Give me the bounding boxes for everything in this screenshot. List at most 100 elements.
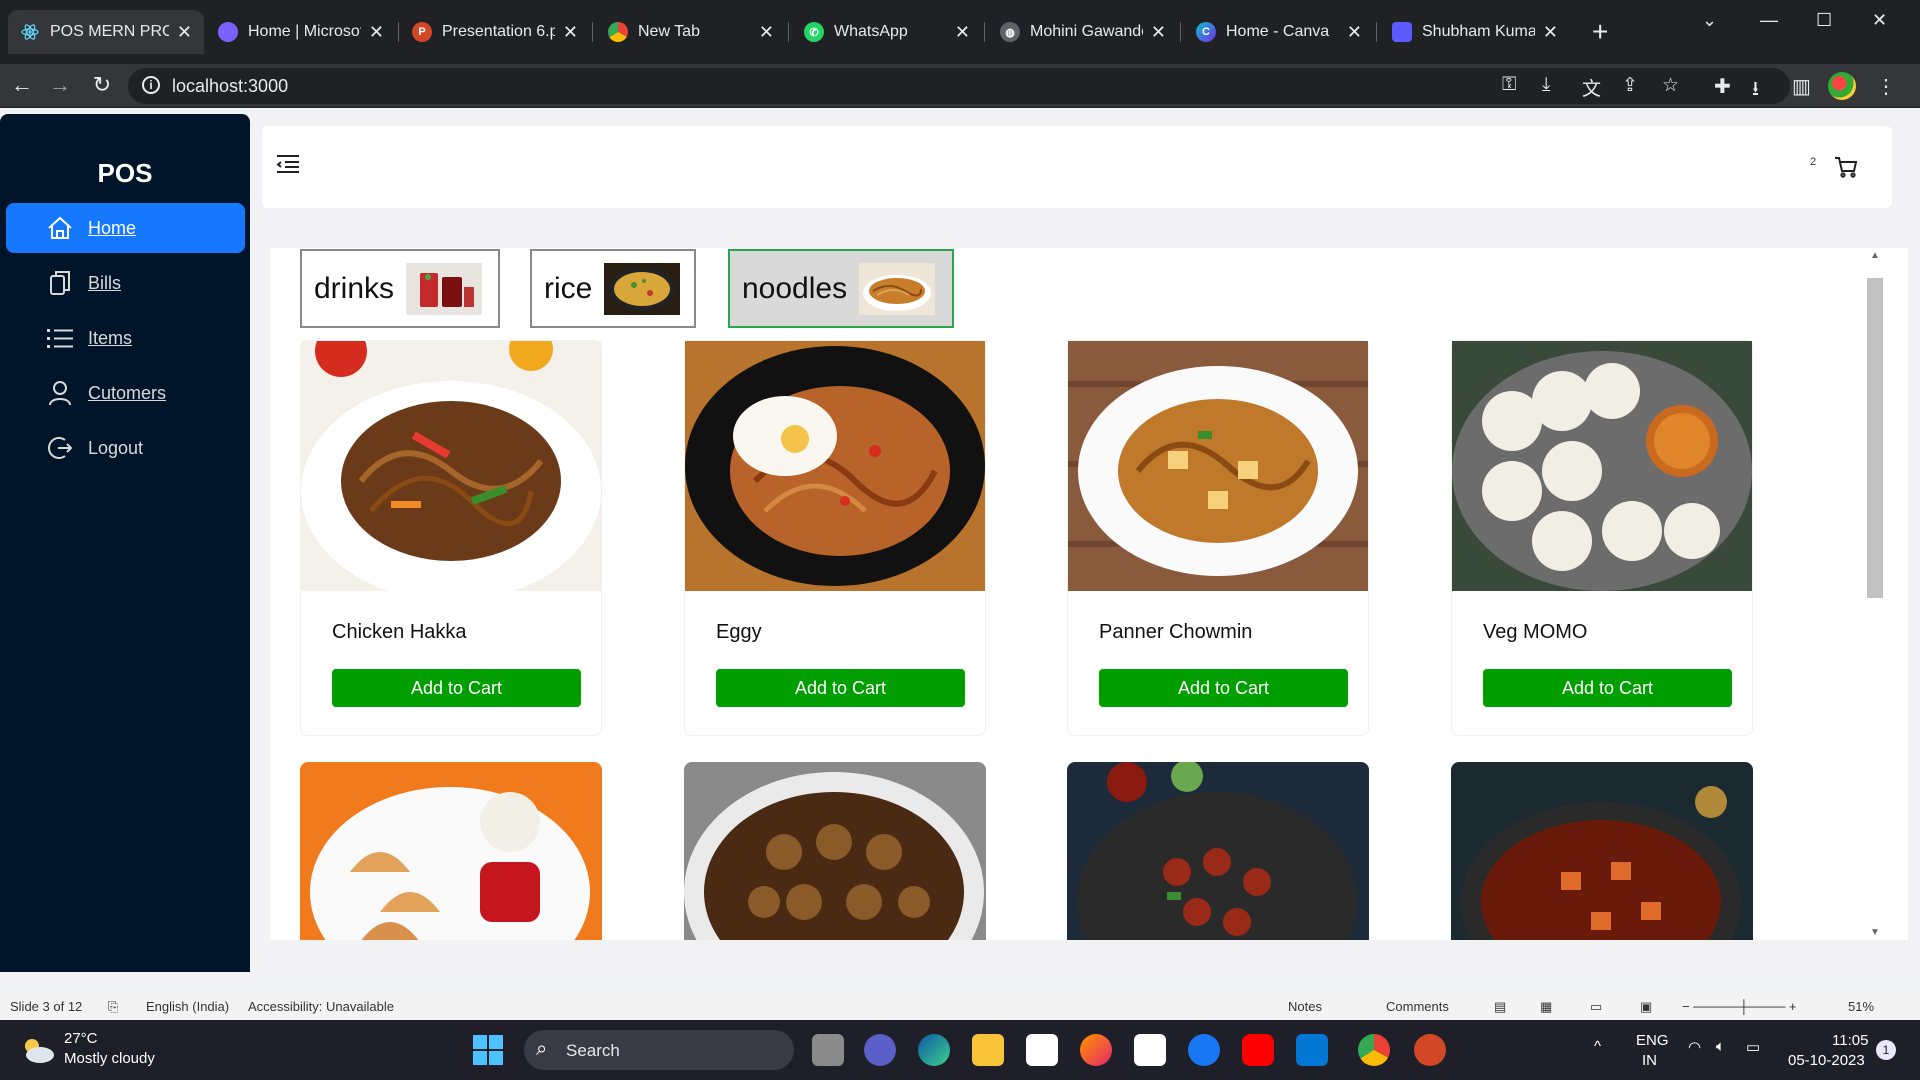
normal-view-icon[interactable]: ▤	[1494, 999, 1506, 1015]
close-window-icon[interactable]: ✕	[1872, 10, 1887, 31]
input-language-1[interactable]: ENG	[1636, 1032, 1669, 1049]
category-label: noodles	[742, 271, 848, 305]
slide-sorter-icon[interactable]: ▦	[1540, 999, 1552, 1015]
browser-tab-shubham[interactable]: Shubham Kumar ✕	[1380, 12, 1570, 52]
zoom-level[interactable]: 51%	[1848, 999, 1874, 1014]
weather-icon[interactable]	[20, 1036, 56, 1069]
key-icon[interactable]: ⚿	[1502, 74, 1516, 96]
sidebar-item-logout[interactable]: Logout	[6, 423, 245, 473]
back-icon[interactable]: ←	[8, 72, 36, 98]
menu-fold-icon[interactable]	[276, 154, 300, 179]
sidebar-item-bills[interactable]: Bills	[6, 258, 245, 308]
accessibility-status[interactable]: Accessibility: Unavailable	[248, 999, 394, 1014]
category-label: drinks	[314, 271, 395, 305]
minimize-icon[interactable]: —	[1760, 10, 1778, 31]
firefox-icon[interactable]	[1080, 1034, 1112, 1066]
close-tab-icon[interactable]: ✕	[563, 22, 578, 43]
forward-icon[interactable]: →	[46, 72, 74, 98]
close-tab-icon[interactable]: ✕	[759, 22, 774, 43]
sidebar: POS Home Bills Items Cutomers Logout	[0, 114, 250, 972]
add-to-cart-button[interactable]: Add to Cart	[716, 669, 965, 707]
close-tab-icon[interactable]: ✕	[177, 22, 192, 43]
category-noodles[interactable]: noodles	[728, 249, 954, 328]
language-label[interactable]: English (India)	[146, 999, 229, 1014]
amazon-icon[interactable]	[1134, 1034, 1166, 1066]
browser-tab-mohini[interactable]: ◍ Mohini Gawande ✕	[988, 12, 1178, 52]
side-panel-icon[interactable]: ▥	[1792, 74, 1811, 99]
extensions-icon[interactable]: ✚	[1714, 74, 1731, 99]
chrome-taskbar-icon[interactable]	[1358, 1034, 1390, 1066]
clock-date[interactable]: 05-10-2023	[1788, 1052, 1865, 1069]
close-tab-icon[interactable]: ✕	[955, 22, 970, 43]
downloads-icon[interactable]: ⭳	[1752, 74, 1759, 108]
spell-check-icon[interactable]: ⎘	[108, 999, 118, 1015]
microsoft-store-icon[interactable]	[1026, 1034, 1058, 1066]
sidebar-item-items[interactable]: Items	[6, 313, 245, 363]
browser-tab-pos[interactable]: POS MERN PROJ ✕	[8, 10, 204, 54]
taskbar-search[interactable]: ⌕ Search	[524, 1030, 794, 1070]
home-icon	[46, 214, 74, 242]
content-scrollbar[interactable]: ▲ ▼	[1866, 248, 1884, 940]
tab-title: Shubham Kumar	[1422, 23, 1535, 40]
translate-icon[interactable]: 文	[1582, 74, 1601, 101]
wifi-icon[interactable]: ◠	[1688, 1038, 1701, 1056]
youtube-icon[interactable]	[1242, 1034, 1274, 1066]
tab-search-icon[interactable]: ⌄	[1702, 10, 1717, 31]
browser-tab-microsoft[interactable]: Home | Microsof ✕	[206, 12, 396, 52]
sidebar-item-label: Home	[88, 217, 137, 238]
facebook-icon[interactable]	[1188, 1034, 1220, 1066]
reading-view-icon[interactable]: ▭	[1590, 999, 1602, 1015]
install-icon[interactable]: ⤓	[1542, 74, 1550, 96]
browser-tab-presentation[interactable]: P Presentation 6.p ✕	[400, 12, 590, 52]
scroll-thumb[interactable]	[1867, 278, 1883, 598]
category-rice[interactable]: rice	[530, 249, 696, 328]
vscode-icon[interactable]	[1296, 1034, 1328, 1066]
close-tab-icon[interactable]: ✕	[1151, 22, 1166, 43]
share-icon[interactable]: ⇪	[1622, 74, 1638, 97]
weather-temperature: 27°C	[64, 1030, 98, 1047]
slideshow-icon[interactable]: ▣	[1640, 999, 1652, 1015]
add-to-cart-button[interactable]: Add to Cart	[1099, 669, 1348, 707]
input-language-2[interactable]: IN	[1642, 1052, 1657, 1069]
browser-tab-canva[interactable]: C Home - Canva ✕	[1184, 12, 1374, 52]
browser-tab-newtab[interactable]: New Tab ✕	[596, 12, 786, 52]
volume-icon[interactable]: 🔈︎	[1716, 1038, 1725, 1055]
close-tab-icon[interactable]: ✕	[1543, 22, 1558, 43]
show-hidden-icons[interactable]: ^	[1594, 1038, 1601, 1055]
teams-chat-icon[interactable]	[864, 1034, 896, 1066]
category-drinks[interactable]: drinks	[300, 249, 500, 328]
close-tab-icon[interactable]: ✕	[369, 22, 384, 43]
tab-title: New Tab	[638, 23, 700, 40]
address-bar[interactable]: i localhost:3000 ⚿ ⤓ 文 ⇪ ☆	[128, 68, 1790, 104]
battery-icon[interactable]: ▭	[1746, 1038, 1760, 1056]
add-to-cart-button[interactable]: Add to Cart	[1483, 669, 1732, 707]
maximize-icon[interactable]: ☐	[1816, 10, 1832, 31]
site-info-icon[interactable]: i	[142, 76, 160, 94]
more-menu-icon[interactable]: ⋮	[1876, 74, 1896, 99]
add-to-cart-button[interactable]: Add to Cart	[332, 669, 581, 707]
close-tab-icon[interactable]: ✕	[1347, 22, 1362, 43]
clock-time[interactable]: 11:05	[1832, 1032, 1868, 1049]
reload-icon[interactable]: ↻	[88, 72, 116, 98]
scroll-up-icon[interactable]: ▲	[1870, 250, 1880, 261]
notes-button[interactable]: Notes	[1288, 999, 1322, 1014]
powerpoint-taskbar-icon[interactable]	[1414, 1034, 1446, 1066]
zoom-slider[interactable]: − ─────┼──── +	[1682, 999, 1797, 1014]
windows-start-icon[interactable]	[472, 1034, 504, 1071]
new-tab-icon[interactable]: +	[1592, 14, 1608, 50]
product-card-partial	[1067, 762, 1369, 940]
sidebar-item-customers[interactable]: Cutomers	[6, 368, 245, 418]
browser-tab-whatsapp[interactable]: ✆ WhatsApp ✕	[792, 12, 982, 52]
bookmark-star-icon[interactable]: ☆	[1662, 74, 1679, 97]
profile-avatar[interactable]	[1828, 72, 1856, 100]
eggy-noodles-image	[685, 341, 985, 591]
sidebar-item-home[interactable]: Home	[6, 203, 245, 253]
file-explorer-icon[interactable]	[972, 1034, 1004, 1066]
notification-badge[interactable]: 1	[1876, 1040, 1896, 1060]
scroll-down-icon[interactable]: ▼	[1870, 927, 1880, 938]
shopping-cart-icon[interactable]	[1834, 156, 1858, 183]
comments-button[interactable]: Comments	[1386, 999, 1449, 1014]
edge-icon[interactable]	[918, 1034, 950, 1066]
product-card: Eggy Add to Cart	[684, 340, 986, 736]
task-view-icon[interactable]	[812, 1034, 844, 1066]
